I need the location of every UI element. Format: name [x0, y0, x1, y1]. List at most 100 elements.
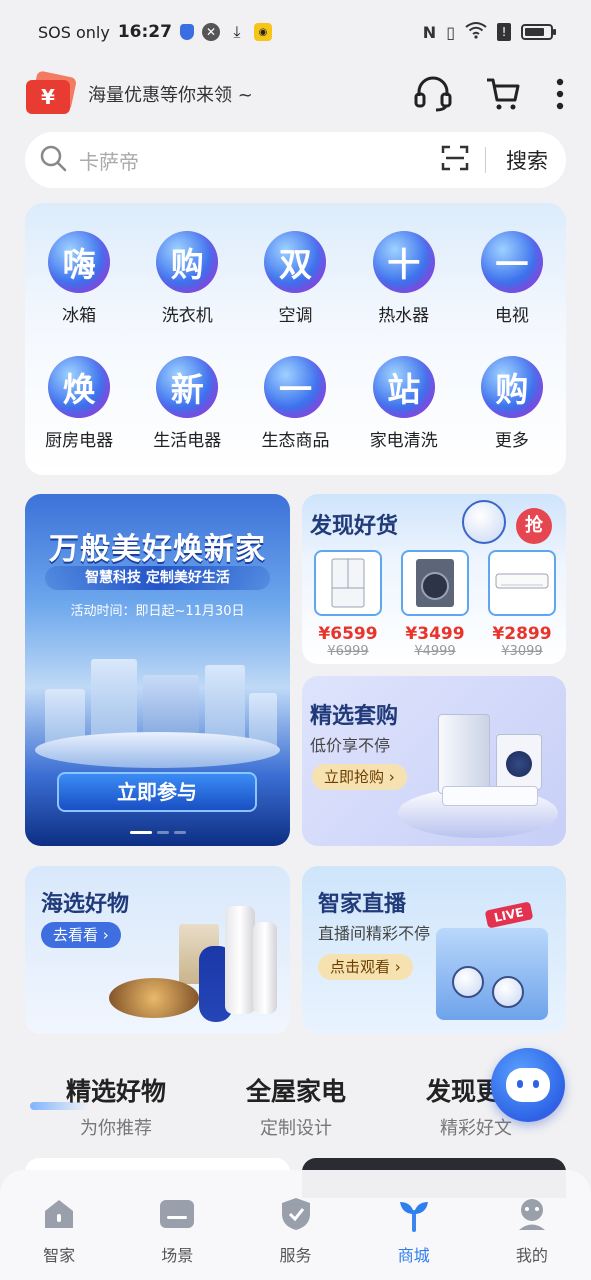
deal-product[interactable]: ¥3499 ¥4999 [397, 550, 473, 659]
nav-item[interactable]: 商城 [355, 1196, 473, 1280]
carousel-dot [173, 831, 186, 834]
category-item[interactable]: 嗨冰箱 [25, 231, 133, 326]
category-item[interactable]: 购洗衣机 [133, 231, 241, 326]
nav-item[interactable]: 我的 [473, 1196, 591, 1280]
wifi-icon [465, 21, 487, 43]
nav-item[interactable]: 智家 [0, 1196, 118, 1280]
category-glyph-icon: 站 [372, 356, 435, 418]
deal-price: ¥2899 [492, 624, 552, 644]
vibrate-icon: ▯ [446, 22, 455, 42]
mascot-icon [462, 500, 506, 544]
filter-icon [253, 922, 277, 1014]
bundle-card[interactable]: 精选套购 低价享不停 立即抢购 › [302, 676, 566, 846]
banner-cta-button[interactable]: 立即参与 [57, 772, 257, 812]
category-label: 洗衣机 [161, 306, 213, 326]
picks-card[interactable]: 海选好物 去看看 › [25, 866, 290, 1034]
picks-button[interactable]: 去看看 › [41, 922, 121, 948]
carousel-dot [129, 831, 152, 834]
category-item[interactable]: 一电视 [458, 231, 566, 326]
section-tab[interactable]: 全屋家电 定制设计 [206, 1072, 386, 1148]
search-divider [485, 147, 486, 173]
live-tag: LIVE [485, 901, 534, 929]
clock: 16:27 [117, 22, 172, 42]
cart-icon[interactable] [483, 74, 523, 114]
washer-icon [496, 734, 542, 790]
category-glyph-icon: 购 [156, 231, 219, 293]
shield-status-icon [179, 24, 194, 40]
more-icon[interactable] [553, 74, 567, 114]
live-watch-button[interactable]: 点击观看 › [318, 954, 413, 980]
nav-item[interactable]: 场景 [118, 1196, 236, 1280]
category-item[interactable]: 十热水器 [350, 231, 458, 326]
carrier-text: SOS only [38, 22, 110, 42]
category-item[interactable]: 站家电清洗 [350, 356, 458, 451]
mascot-icon [492, 976, 524, 1008]
live-subtitle: 直播间精彩不停 [318, 924, 431, 943]
deal-products: ¥6599 ¥6999 ¥3499 ¥4999 ¥2899 ¥3099 [310, 550, 560, 659]
status-bar: SOS only 16:27 ✕ ⤓ ◉ N ▯ ! [0, 0, 591, 64]
deal-price: ¥6599 [318, 624, 378, 644]
nav-label: 服务 [279, 1246, 312, 1265]
category-label: 家电清洗 [369, 431, 438, 451]
bottom-nav: 智家 场景 服务 商城 我的 [0, 1170, 591, 1280]
category-item[interactable]: 双空调 [241, 231, 349, 326]
category-glyph-icon: 一 [480, 231, 543, 293]
category-item[interactable]: 一生态商品 [241, 356, 349, 451]
app-status-icon: ◉ [253, 23, 272, 41]
nav-label: 智家 [43, 1246, 76, 1265]
air-conditioner-icon [442, 786, 538, 806]
fridge-icon [438, 714, 490, 794]
download-status-icon: ⤓ [233, 22, 241, 41]
section-tab-title: 精选好物 [65, 1077, 166, 1106]
customer-service-icon[interactable] [413, 74, 453, 114]
bundle-title: 精选套购 [310, 704, 399, 729]
category-glyph-icon: 新 [156, 356, 219, 418]
promo-text[interactable]: 海量优惠等你来领 ~ [88, 81, 253, 107]
search-button[interactable]: 搜索 [506, 145, 548, 175]
category-label: 更多 [494, 431, 529, 451]
category-glyph-icon: 十 [372, 231, 435, 293]
section-tab-subtitle: 为你推荐 [80, 1118, 152, 1139]
assistant-robot-button[interactable] [491, 1048, 565, 1122]
search-icon [39, 144, 67, 176]
app-header: ¥ 海量优惠等你来领 ~ [0, 64, 591, 124]
nav-label: 商城 [397, 1246, 430, 1265]
category-glyph-icon: 焕 [48, 356, 111, 418]
category-label: 厨房电器 [45, 431, 114, 451]
promo-banner[interactable]: 万般美好焕新家 智慧科技 定制美好生活 活动时间：即日起~11月30日 立即参与 [25, 494, 290, 846]
deals-badge: 抢 [516, 508, 552, 544]
search-input[interactable]: 卡萨帝 [79, 146, 441, 175]
sprout-icon [396, 1196, 432, 1232]
category-glyph-icon: 购 [480, 356, 543, 418]
scene-icon [159, 1196, 195, 1232]
category-label: 冰箱 [62, 306, 97, 326]
category-label: 热水器 [378, 306, 430, 326]
category-item[interactable]: 购更多 [458, 356, 566, 451]
mascot-icon [452, 966, 484, 998]
live-card[interactable]: 智家直播 直播间精彩不停 点击观看 › LIVE [302, 866, 566, 1034]
section-tab[interactable]: 精选好物 为你推荐 [26, 1072, 206, 1148]
coupon-icon[interactable]: ¥ [26, 70, 78, 116]
deal-product[interactable]: ¥2899 ¥3099 [484, 550, 560, 659]
carousel-dots [25, 831, 290, 834]
category-label: 生活电器 [153, 431, 222, 451]
category-label: 空调 [278, 306, 313, 326]
scan-icon[interactable] [441, 145, 469, 175]
house-icon [41, 1196, 77, 1232]
nav-item[interactable]: 服务 [236, 1196, 354, 1280]
section-tab-subtitle: 定制设计 [260, 1118, 332, 1139]
deal-original-price: ¥6999 [327, 644, 369, 659]
search-bar[interactable]: 卡萨帝 搜索 [25, 132, 566, 188]
category-item[interactable]: 新生活电器 [133, 356, 241, 451]
category-glyph-icon: 一 [264, 356, 327, 418]
category-glyph-icon: 双 [264, 231, 327, 293]
category-grid: 嗨冰箱购洗衣机双空调十热水器一电视焕厨房电器新生活电器一生态商品站家电清洗购更多 [25, 231, 566, 451]
bundle-buy-button[interactable]: 立即抢购 › [312, 764, 407, 790]
banner-time: 活动时间：即日起~11月30日 [70, 604, 245, 619]
deal-product[interactable]: ¥6599 ¥6999 [310, 550, 386, 659]
deals-card[interactable]: 发现好货 抢 ¥6599 ¥6999 ¥3499 ¥4999 ¥2899 ¥30… [302, 494, 566, 664]
deal-original-price: ¥4999 [414, 644, 456, 659]
banner-scene [35, 629, 280, 749]
category-item[interactable]: 焕厨房电器 [25, 356, 133, 451]
banner-platform [35, 732, 280, 768]
